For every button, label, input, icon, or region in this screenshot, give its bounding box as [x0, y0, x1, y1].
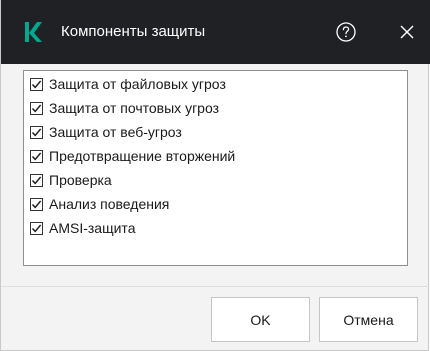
- component-label: Проверка: [49, 172, 112, 188]
- cancel-button[interactable]: Отмена: [319, 297, 418, 342]
- kaspersky-logo-icon: [25, 22, 42, 42]
- checkbox-checked-icon[interactable]: [30, 221, 43, 235]
- component-label: Защита от почтовых угроз: [49, 100, 220, 116]
- component-label: Защита от веб-угроз: [49, 124, 182, 140]
- component-item-amsi-protection[interactable]: AMSI-защита: [24, 216, 407, 240]
- checkbox-checked-icon[interactable]: [30, 77, 43, 91]
- component-label: Анализ поведения: [49, 196, 170, 212]
- ok-button[interactable]: OK: [211, 297, 310, 342]
- component-label: Защита от файловых угроз: [49, 76, 226, 92]
- title-bar: Компоненты защиты: [1, 0, 430, 64]
- help-icon[interactable]: [335, 21, 357, 43]
- component-item-intrusion-prevention[interactable]: Предотвращение вторжений: [24, 144, 407, 168]
- components-list: Защита от файловых угроз Защита от почто…: [23, 70, 408, 266]
- component-item-web-threat-protection[interactable]: Защита от веб-угроз: [24, 120, 407, 144]
- checkbox-checked-icon[interactable]: [30, 101, 43, 115]
- component-item-behavior-detection[interactable]: Анализ поведения: [24, 192, 407, 216]
- checkbox-checked-icon[interactable]: [30, 125, 43, 139]
- checkbox-checked-icon[interactable]: [30, 197, 43, 211]
- close-icon[interactable]: [396, 21, 418, 43]
- dialog-title: Компоненты защиты: [61, 23, 206, 40]
- checkbox-checked-icon[interactable]: [30, 149, 43, 163]
- checkbox-checked-icon[interactable]: [30, 173, 43, 187]
- footer-divider: [1, 286, 430, 287]
- component-item-mail-threat-protection[interactable]: Защита от почтовых угроз: [24, 96, 407, 120]
- component-item-file-threat-protection[interactable]: Защита от файловых угроз: [24, 72, 407, 96]
- protection-components-dialog: Компоненты защиты Защита от файловых угр…: [0, 0, 430, 351]
- component-label: AMSI-защита: [49, 220, 136, 236]
- component-label: Предотвращение вторжений: [49, 148, 236, 164]
- component-item-scan[interactable]: Проверка: [24, 168, 407, 192]
